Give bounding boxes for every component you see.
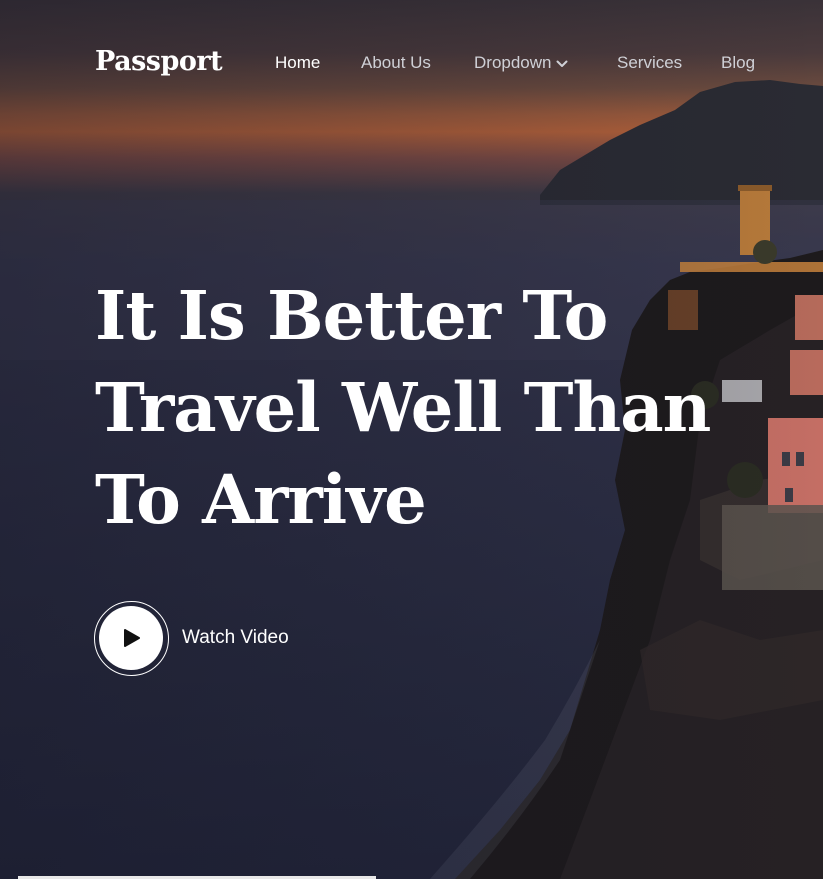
- headline-line-2: Travel Well Than: [95, 368, 711, 447]
- main-nav: Home About Us Dropdown Services Blog: [0, 53, 823, 77]
- play-button-circle[interactable]: [99, 606, 163, 670]
- headline-line-1: It Is Better To: [95, 276, 608, 355]
- nav-dropdown-label: Dropdown: [474, 53, 552, 72]
- nav-services[interactable]: Services: [617, 53, 682, 73]
- nav-dropdown[interactable]: Dropdown: [474, 53, 568, 73]
- nav-blog[interactable]: Blog: [721, 53, 755, 73]
- watch-video-button[interactable]: [94, 601, 169, 676]
- watch-video-label[interactable]: Watch Video: [182, 627, 289, 649]
- chevron-down-icon: [556, 60, 567, 67]
- hero-headline: It Is Better To Travel Well Than To Arri…: [95, 270, 735, 546]
- headline-line-3: To Arrive: [95, 460, 427, 539]
- play-icon: [124, 629, 140, 647]
- nav-home[interactable]: Home: [275, 53, 320, 73]
- nav-about-us[interactable]: About Us: [361, 53, 431, 73]
